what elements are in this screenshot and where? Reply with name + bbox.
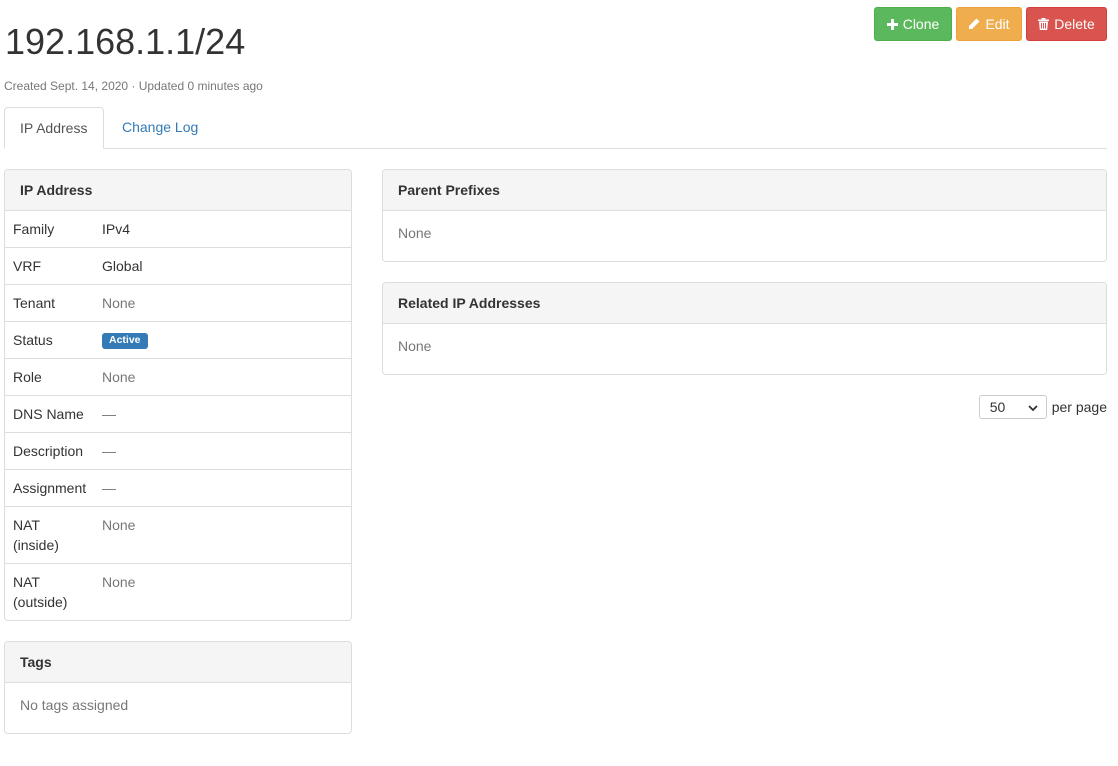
attr-key: Role bbox=[13, 369, 42, 385]
attr-value: None bbox=[102, 295, 136, 311]
created-updated-meta: Created Sept. 14, 2020 · Updated 0 minut… bbox=[4, 79, 263, 93]
edit-button-label: Edit bbox=[985, 16, 1010, 32]
attr-value: Global bbox=[102, 258, 143, 274]
attr-row-role: Role None bbox=[5, 359, 351, 396]
tags-panel: Tags No tags assigned bbox=[4, 641, 352, 734]
tab-bar: IP Address Change Log bbox=[4, 107, 1107, 149]
ip-address-panel-heading: IP Address bbox=[5, 170, 351, 211]
per-page-select[interactable]: 50 bbox=[978, 395, 1047, 419]
edit-button[interactable]: Edit bbox=[956, 7, 1022, 41]
attr-row-nat-inside: NAT (inside) None bbox=[5, 507, 351, 564]
page: 192.168.1.1/24 Created Sept. 14, 2020 · … bbox=[0, 0, 1118, 766]
per-page-control: 50 per page bbox=[978, 395, 1107, 419]
attr-row-tenant: Tenant None bbox=[5, 285, 351, 322]
attr-key: Description bbox=[13, 443, 84, 459]
page-title: 192.168.1.1/24 bbox=[5, 21, 246, 62]
attr-value: Active bbox=[102, 330, 148, 350]
attr-value: IPv4 bbox=[102, 221, 131, 237]
tags-empty-text: No tags assigned bbox=[20, 697, 129, 713]
clone-button-label: Clone bbox=[902, 16, 940, 32]
pencil-icon bbox=[968, 18, 980, 30]
parent-prefixes-panel: Parent Prefixes None bbox=[382, 169, 1107, 262]
trash-icon bbox=[1038, 18, 1050, 30]
action-buttons: Clone Edit Delete bbox=[874, 7, 1107, 41]
related-ip-addresses-empty-text: None bbox=[398, 338, 432, 354]
attr-row-dns-name: DNS Name — bbox=[5, 396, 351, 433]
tags-panel-heading: Tags bbox=[5, 642, 351, 683]
delete-button-label: Delete bbox=[1054, 16, 1095, 32]
attr-row-vrf: VRF Global bbox=[5, 248, 351, 285]
attr-value: None bbox=[102, 517, 136, 533]
attr-value: — bbox=[102, 406, 116, 422]
attr-row-nat-outside: NAT (outside) None bbox=[5, 564, 351, 620]
attr-row-assignment: Assignment — bbox=[5, 470, 351, 507]
attr-key: Family bbox=[13, 221, 55, 237]
attributes-table: Family IPv4 VRF Global Tenant None Statu… bbox=[5, 211, 351, 620]
attr-value: None bbox=[102, 369, 136, 385]
attr-key: NAT (outside) bbox=[13, 574, 68, 610]
attr-key: Status bbox=[13, 332, 53, 348]
delete-button[interactable]: Delete bbox=[1026, 7, 1107, 41]
attr-key: VRF bbox=[13, 258, 41, 274]
status-badge: Active bbox=[102, 333, 148, 350]
parent-prefixes-empty-text: None bbox=[398, 225, 432, 241]
attr-row-status: Status Active bbox=[5, 322, 351, 359]
attr-row-description: Description — bbox=[5, 433, 351, 470]
ip-address-panel: IP Address Family IPv4 VRF Global Tenant… bbox=[4, 169, 352, 621]
related-ip-addresses-panel: Related IP Addresses None bbox=[382, 282, 1107, 375]
attr-key: Assignment bbox=[13, 480, 87, 496]
attr-key: DNS Name bbox=[13, 406, 84, 422]
attr-row-family: Family IPv4 bbox=[5, 211, 351, 248]
per-page-label: per page bbox=[1051, 399, 1107, 415]
attr-key: NAT (inside) bbox=[13, 517, 59, 553]
chevron-down-icon bbox=[1028, 399, 1038, 415]
tab-ip-address[interactable]: IP Address bbox=[4, 107, 104, 149]
tab-change-log[interactable]: Change Log bbox=[107, 107, 213, 149]
attr-value: — bbox=[102, 443, 116, 459]
attr-key: Tenant bbox=[13, 295, 56, 311]
clone-button[interactable]: Clone bbox=[874, 7, 952, 41]
related-ip-addresses-heading: Related IP Addresses bbox=[383, 283, 1106, 324]
attr-value: — bbox=[102, 480, 116, 496]
per-page-value: 50 bbox=[989, 399, 1006, 415]
attr-value: None bbox=[102, 574, 136, 590]
parent-prefixes-heading: Parent Prefixes bbox=[383, 170, 1106, 211]
plus-icon bbox=[886, 18, 898, 30]
